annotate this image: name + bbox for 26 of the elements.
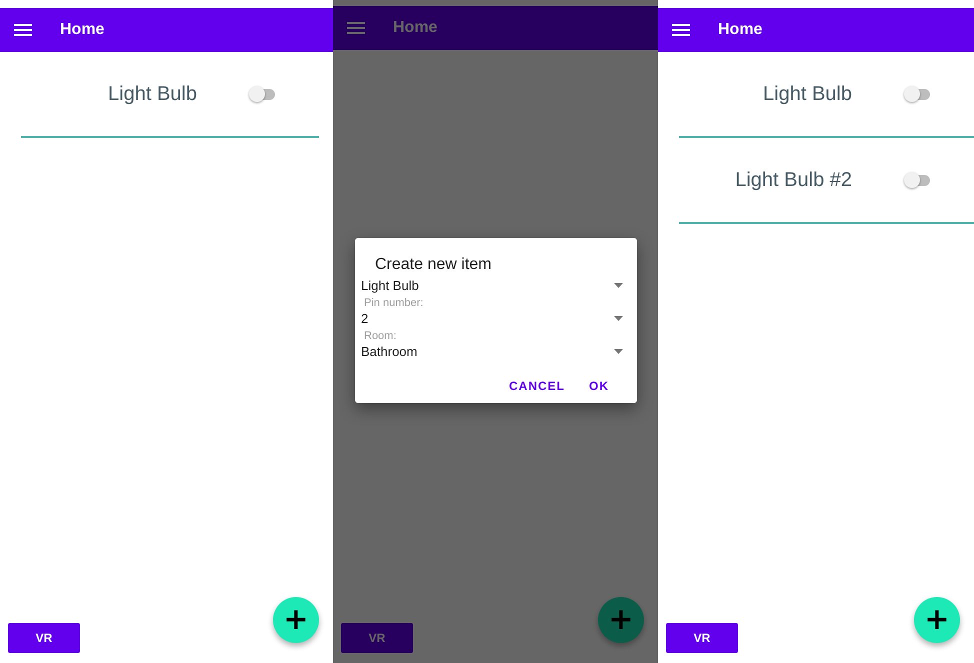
vr-button[interactable]: VR	[666, 623, 738, 653]
dropdown[interactable]: Bathroom	[361, 344, 623, 359]
vr-button[interactable]: VR	[8, 623, 80, 653]
dropdown[interactable]: Light Bulb	[361, 278, 623, 293]
app-title: Home	[718, 21, 762, 39]
dialog-button[interactable]: OK	[589, 379, 609, 393]
add-button[interactable]: +	[914, 597, 960, 643]
dropdown-arrow-icon	[614, 283, 623, 288]
dialog-title: Create new item	[375, 256, 492, 274]
dropdown-arrow-icon	[614, 349, 623, 354]
device-name: Light Bulb	[107, 82, 198, 106]
toggle-switch[interactable]	[904, 172, 932, 188]
toggle-switch[interactable]	[904, 86, 932, 102]
menu-icon[interactable]	[14, 23, 32, 37]
dropdown[interactable]: 2	[361, 311, 623, 326]
dropdown-arrow-icon	[614, 316, 623, 321]
device-name: Light Bulb	[762, 82, 853, 106]
dialog-button[interactable]: CANCEL	[509, 379, 565, 393]
app-title: Home	[60, 21, 104, 39]
menu-icon[interactable]	[672, 23, 690, 37]
add-button[interactable]: +	[273, 597, 319, 643]
field-label: Room:	[364, 330, 398, 342]
field-label: Pin number:	[364, 297, 424, 309]
app-title: Home	[393, 19, 438, 37]
device-name: Light Bulb #2	[734, 168, 853, 192]
toggle-switch[interactable]	[249, 86, 277, 102]
